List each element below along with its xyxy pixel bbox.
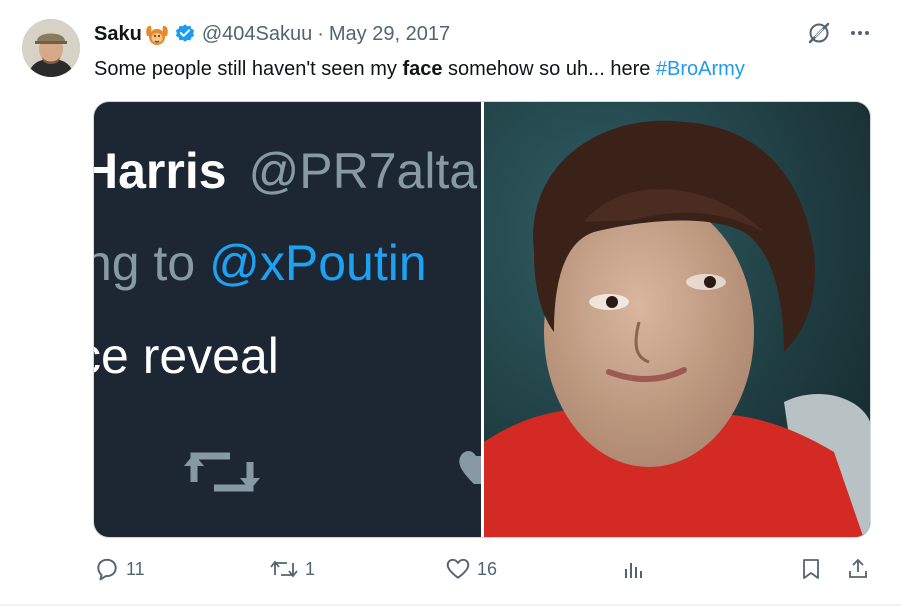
reply-button[interactable]: 11 — [94, 556, 145, 582]
author-handle[interactable]: @404Sakuu — [202, 23, 312, 46]
share-button[interactable] — [846, 556, 870, 582]
like-button[interactable]: 16 — [445, 556, 497, 582]
monkey-hands-up-icon — [144, 22, 170, 46]
avatar-image — [22, 19, 80, 77]
screenshot-heart-icon — [459, 450, 481, 484]
avatar[interactable] — [22, 19, 80, 77]
separator-dot: · — [317, 22, 324, 45]
reply-count: 11 — [126, 558, 145, 579]
tweet-text-bold: face — [402, 58, 443, 80]
retweet-button[interactable]: 1 — [269, 556, 315, 582]
views-chart-icon — [625, 563, 642, 578]
like-count: 16 — [477, 558, 498, 579]
screenshot-reply-line: ng to @xPoutin — [94, 234, 427, 292]
views-button[interactable] — [622, 556, 646, 582]
screenshot-name: Harris — [94, 143, 227, 199]
media-grid: Harris @PR7alta ng to @xPoutin ce reveal — [93, 101, 871, 538]
tweet-text-after: somehow so uh... here — [442, 58, 656, 80]
retweet-count: 1 — [305, 558, 316, 579]
reply-icon — [97, 558, 117, 581]
tweet-header: Saku @404Sakuu · May 29, 2017 — [94, 21, 450, 47]
screenshot-body: ce reveal — [94, 328, 279, 384]
bookmark-icon — [803, 559, 819, 579]
screenshot-reply-mention: @xPoutin — [209, 235, 427, 291]
tweet-action-bar: 11 1 16 — [0, 556, 901, 590]
display-name[interactable]: Saku — [94, 23, 142, 46]
screenshot-name-line: Harris @PR7alta — [94, 142, 477, 200]
share-icon — [849, 559, 867, 578]
tweet-text-before: Some people still haven't seen my — [94, 58, 403, 80]
retweet-icon — [270, 560, 298, 578]
tweet-text: Some people still haven't seen my face s… — [94, 55, 745, 83]
hashtag-link[interactable]: #BroArmy — [656, 58, 745, 80]
verified-badge-icon — [174, 23, 196, 45]
screenshot-retweet-icon — [184, 452, 260, 492]
tweet-top-actions — [806, 20, 872, 51]
screenshot-reply-prefix: ng to — [94, 235, 210, 291]
screenshot-handle: @PR7alta — [248, 143, 478, 199]
more-options-icon[interactable] — [848, 21, 872, 50]
media-image-selfie[interactable] — [484, 102, 870, 537]
tweet-date[interactable]: May 29, 2017 — [329, 23, 450, 46]
selfie-photo — [484, 102, 870, 537]
bookmark-button[interactable] — [799, 556, 823, 582]
heart-icon — [446, 558, 470, 579]
media-image-screenshot[interactable]: Harris @PR7alta ng to @xPoutin ce reveal — [94, 102, 481, 537]
grok-icon[interactable] — [806, 20, 832, 51]
